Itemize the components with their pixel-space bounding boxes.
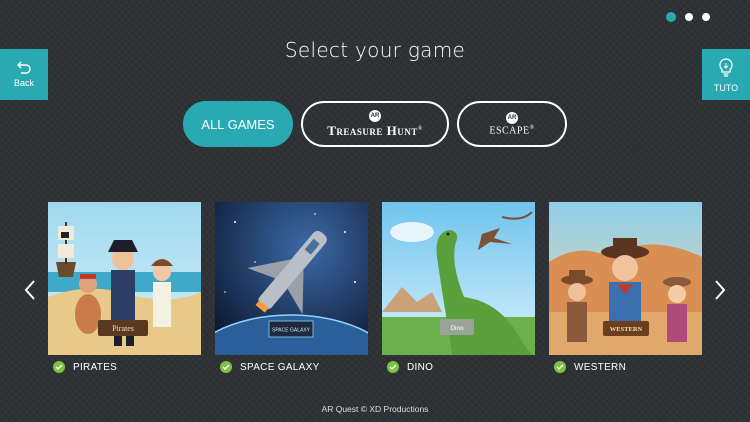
game-title: SPACE GALAXY	[240, 361, 320, 373]
ar-badge-icon: AR	[369, 109, 381, 122]
filter-bar: ALL GAMES AR Treasure Hunt® AR ESCAPE®	[183, 101, 567, 147]
game-title: PIRATES	[73, 361, 118, 373]
game-card-dino[interactable]: Dino	[382, 202, 535, 355]
pirates-thumbnail: Pirates	[48, 202, 201, 355]
game-label-dino[interactable]: DINO	[387, 361, 433, 373]
footer-copyright: AR Quest © XD Productions	[321, 404, 429, 414]
chevron-left-icon[interactable]	[20, 278, 40, 302]
game-label-pirates[interactable]: PIRATES	[53, 361, 117, 373]
registered-mark: ®	[417, 125, 423, 132]
filter-all-games-label: ALL GAMES	[201, 116, 275, 132]
western-thumbnail: WESTERN	[549, 202, 702, 355]
back-button-label: Back	[13, 78, 34, 88]
page-dot-1[interactable]	[666, 12, 676, 22]
page-dot-3[interactable]	[702, 13, 710, 21]
tuto-button-label: TUTO	[713, 82, 739, 93]
filter-escape-label: ESCAPE	[489, 125, 530, 137]
western-banner-text: WESTERN	[610, 326, 643, 333]
game-card-space-galaxy[interactable]: SPACE GALAXY	[215, 202, 368, 355]
page-indicator	[666, 12, 710, 22]
filter-treasure-hunt[interactable]: AR Treasure Hunt®	[301, 101, 449, 147]
game-card-western[interactable]: WESTERN	[549, 202, 702, 355]
check-icon	[387, 361, 399, 373]
pirates-banner-text: Pirates	[112, 324, 134, 333]
game-label-western[interactable]: WESTERN	[554, 361, 626, 373]
filter-treasure-hunt-label: Treasure Hunt	[327, 122, 418, 138]
check-icon	[220, 361, 232, 373]
ar-badge-icon: AR	[506, 111, 518, 124]
game-card-pirates[interactable]: Pirates	[48, 202, 201, 355]
page-dot-2[interactable]	[685, 13, 693, 21]
space-galaxy-thumbnail: SPACE GALAXY	[215, 202, 368, 355]
filter-escape[interactable]: AR ESCAPE®	[457, 101, 567, 147]
check-icon	[554, 361, 566, 373]
page-title: Select your game	[284, 38, 466, 62]
filter-treasure-hunt-text: Treasure Hunt®	[327, 123, 423, 139]
dino-thumbnail: Dino	[382, 202, 535, 355]
filter-all-games[interactable]: ALL GAMES	[183, 101, 293, 147]
space-galaxy-banner-text: SPACE GALAXY	[272, 328, 311, 334]
check-icon	[53, 361, 65, 373]
registered-mark: ®	[529, 124, 535, 131]
game-title: WESTERN	[574, 361, 627, 373]
game-label-space-galaxy[interactable]: SPACE GALAXY	[220, 361, 320, 373]
game-title: DINO	[407, 361, 434, 373]
back-arrow-icon	[17, 61, 31, 74]
filter-escape-text: ESCAPE®	[489, 125, 534, 136]
chevron-right-icon[interactable]	[710, 278, 730, 302]
dino-banner-text: Dino	[450, 325, 464, 332]
